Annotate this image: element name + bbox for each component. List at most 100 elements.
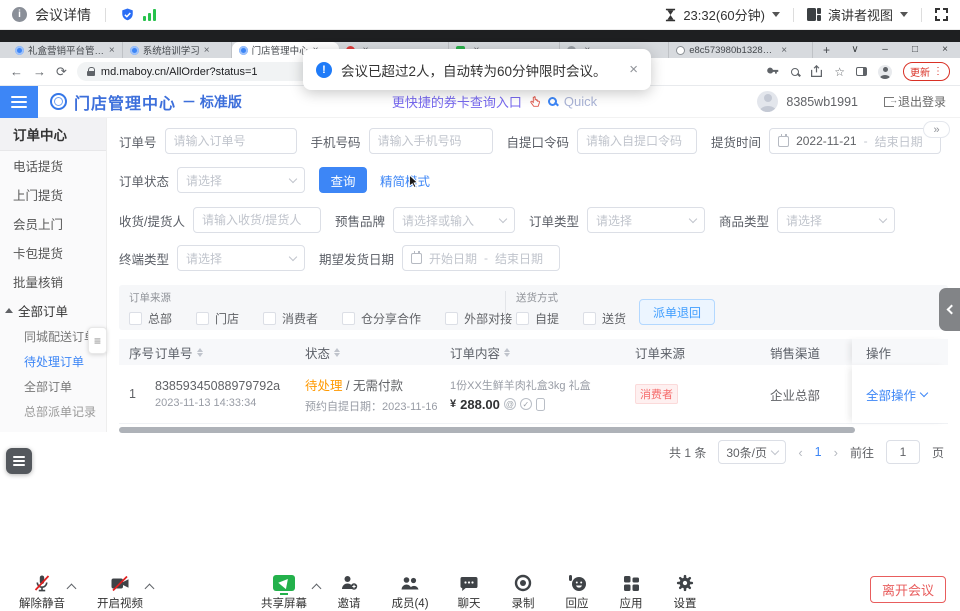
pickup-code-input[interactable] bbox=[577, 128, 697, 154]
next-page-icon[interactable]: › bbox=[834, 445, 838, 460]
tab-search-icon[interactable]: ∨ bbox=[840, 42, 870, 58]
browser-tab-1[interactable]: 礼盒营销平台管理中心 × bbox=[8, 42, 123, 58]
quick-search-icon[interactable] bbox=[548, 97, 557, 106]
phone-input[interactable] bbox=[369, 128, 493, 154]
order-no-input[interactable] bbox=[165, 128, 297, 154]
page-size-value: 30条/页 bbox=[726, 444, 767, 461]
sidebar-item-phone-pickup[interactable]: 电话提货 bbox=[0, 151, 106, 180]
search-button[interactable]: 查询 bbox=[319, 167, 367, 193]
expect-date-range[interactable]: 开始日期 - 结束日期 bbox=[402, 245, 560, 271]
all-actions-dropdown[interactable]: 全部操作 bbox=[866, 385, 927, 404]
presale-brand-select[interactable]: 请选择或输入 bbox=[393, 207, 515, 233]
record-button[interactable]: 录制 bbox=[503, 573, 543, 611]
chat-button[interactable]: 聊天 bbox=[449, 573, 489, 611]
sidebar-item-batch-verify[interactable]: 批量核销 bbox=[0, 267, 106, 296]
header-order-no[interactable]: 订单号 bbox=[155, 343, 305, 362]
reload-icon[interactable]: ⟳ bbox=[56, 64, 67, 80]
goods-type-select[interactable]: 请选择 bbox=[777, 207, 895, 233]
zoom-icon[interactable] bbox=[791, 68, 799, 76]
browser-profile-icon[interactable] bbox=[878, 65, 892, 79]
start-video-button[interactable]: 开启视频 bbox=[94, 573, 146, 611]
sidebar-sub-all-orders[interactable]: 全部订单 bbox=[0, 374, 106, 399]
sidebar-group-all-orders[interactable]: 全部订单 bbox=[0, 296, 106, 324]
meeting-info-icon[interactable]: i bbox=[12, 7, 27, 22]
browser-tab-2[interactable]: 系统培训学习 × bbox=[123, 42, 232, 58]
hamburger-menu-button[interactable] bbox=[0, 86, 38, 118]
order-time: 2023-11-13 14:33:34 bbox=[155, 397, 305, 409]
header-status[interactable]: 状态 bbox=[305, 343, 450, 362]
share-screen-button[interactable]: 共享屏幕 bbox=[255, 573, 313, 611]
header-content[interactable]: 订单内容 bbox=[450, 343, 635, 362]
table-row[interactable]: 1 83859345088979792a 2023-11-13 14:33:34… bbox=[119, 365, 948, 424]
order-status-select[interactable]: 请选择 bbox=[177, 167, 305, 193]
side-panel-icon[interactable] bbox=[856, 67, 867, 76]
prev-page-icon[interactable]: ‹ bbox=[798, 445, 802, 460]
view-dropdown-icon[interactable] bbox=[900, 12, 908, 17]
floating-list-button[interactable] bbox=[6, 448, 32, 474]
sidebar-item-card-pickup[interactable]: 卡包提货 bbox=[0, 238, 106, 267]
current-page[interactable]: 1 bbox=[815, 445, 822, 459]
checkbox-external[interactable]: 外部对接 bbox=[445, 310, 512, 327]
quick-entry-link[interactable]: 更快捷的券卡查询入口 bbox=[392, 92, 522, 111]
back-icon[interactable]: ← bbox=[10, 64, 23, 79]
leave-meeting-button[interactable]: 离开会议 bbox=[870, 576, 946, 603]
sort-icon[interactable] bbox=[334, 348, 340, 357]
new-tab-button[interactable]: + bbox=[813, 42, 840, 58]
fullscreen-icon[interactable] bbox=[935, 8, 948, 21]
maximize-icon[interactable]: □ bbox=[900, 42, 930, 58]
tab-close-icon[interactable]: × bbox=[204, 45, 210, 56]
video-options-caret[interactable] bbox=[145, 584, 155, 594]
apps-button[interactable]: 应用 bbox=[611, 573, 651, 611]
bookmark-star-icon[interactable]: ☆ bbox=[834, 65, 845, 79]
side-drawer-handle[interactable] bbox=[939, 288, 960, 331]
share-icon[interactable] bbox=[810, 65, 823, 78]
receiver-input[interactable] bbox=[193, 207, 321, 233]
security-shield-icon[interactable] bbox=[120, 7, 135, 23]
table-horizontal-scrollbar[interactable] bbox=[119, 427, 855, 433]
logout-button[interactable]: 退出登录 bbox=[884, 93, 946, 110]
checkbox-consumer[interactable]: 消费者 bbox=[263, 310, 318, 327]
tab-close-icon[interactable]: × bbox=[109, 45, 115, 56]
invite-button[interactable]: 邀请 bbox=[327, 573, 371, 611]
members-button[interactable]: 成员(4) bbox=[385, 573, 435, 611]
forward-icon[interactable]: → bbox=[33, 64, 46, 79]
view-mode-label[interactable]: 演讲者视图 bbox=[828, 5, 893, 24]
terminal-type-select[interactable]: 请选择 bbox=[177, 245, 305, 271]
tab-close-icon[interactable]: × bbox=[781, 45, 787, 56]
checkbox-store[interactable]: 门店 bbox=[196, 310, 239, 327]
goto-page-input[interactable] bbox=[886, 440, 920, 464]
share-options-caret[interactable] bbox=[312, 584, 322, 594]
browser-tab-7[interactable]: e8c573980b1328a258fd2e618 × bbox=[669, 42, 813, 58]
browser-update-button[interactable]: 更新 ⋮ bbox=[903, 62, 950, 81]
dispatch-return-button[interactable]: 派单退回 bbox=[639, 299, 715, 325]
reaction-smiley-icon bbox=[568, 573, 587, 593]
checkbox-self-pickup[interactable]: 自提 bbox=[516, 310, 559, 327]
sort-icon[interactable] bbox=[197, 348, 203, 357]
timer-dropdown-icon[interactable] bbox=[772, 12, 780, 17]
minimize-icon[interactable]: – bbox=[870, 42, 900, 58]
filters-collapse-button[interactable]: » bbox=[923, 121, 950, 138]
order-type-select[interactable]: 请选择 bbox=[587, 207, 705, 233]
sort-icon[interactable] bbox=[504, 348, 510, 357]
sidebar-item-member-visit[interactable]: 会员上门 bbox=[0, 209, 106, 238]
user-avatar[interactable] bbox=[757, 91, 778, 112]
invite-person-icon bbox=[340, 573, 358, 593]
checkbox-hq[interactable]: 总部 bbox=[129, 310, 172, 327]
sidebar-item-door-pickup[interactable]: 上门提货 bbox=[0, 180, 106, 209]
simple-mode-link[interactable]: 精简模式 bbox=[380, 171, 430, 190]
unmute-button[interactable]: 解除静音 bbox=[16, 573, 68, 611]
pickup-time-range[interactable]: 2022-11-21 - 结束日期 bbox=[769, 128, 941, 154]
sidebar-collapse-handle[interactable]: ≡ bbox=[88, 327, 107, 354]
toast-close-icon[interactable]: × bbox=[629, 61, 638, 78]
window-close-icon[interactable]: × bbox=[930, 42, 960, 58]
sidebar-sub-hq-dispatch[interactable]: 总部派单记录 bbox=[0, 399, 106, 424]
mic-options-caret[interactable] bbox=[67, 584, 77, 594]
record-icon bbox=[514, 573, 532, 593]
page-size-select[interactable]: 30条/页 bbox=[718, 440, 786, 464]
password-key-icon[interactable] bbox=[766, 65, 780, 79]
reactions-button[interactable]: 回应 bbox=[557, 573, 597, 611]
settings-button[interactable]: 设置 bbox=[665, 573, 705, 611]
meeting-details-label[interactable]: 会议详情 bbox=[35, 5, 91, 25]
checkbox-delivery[interactable]: 送货 bbox=[583, 310, 626, 327]
checkbox-warehouse-coop[interactable]: 仓分享合作 bbox=[342, 310, 421, 327]
